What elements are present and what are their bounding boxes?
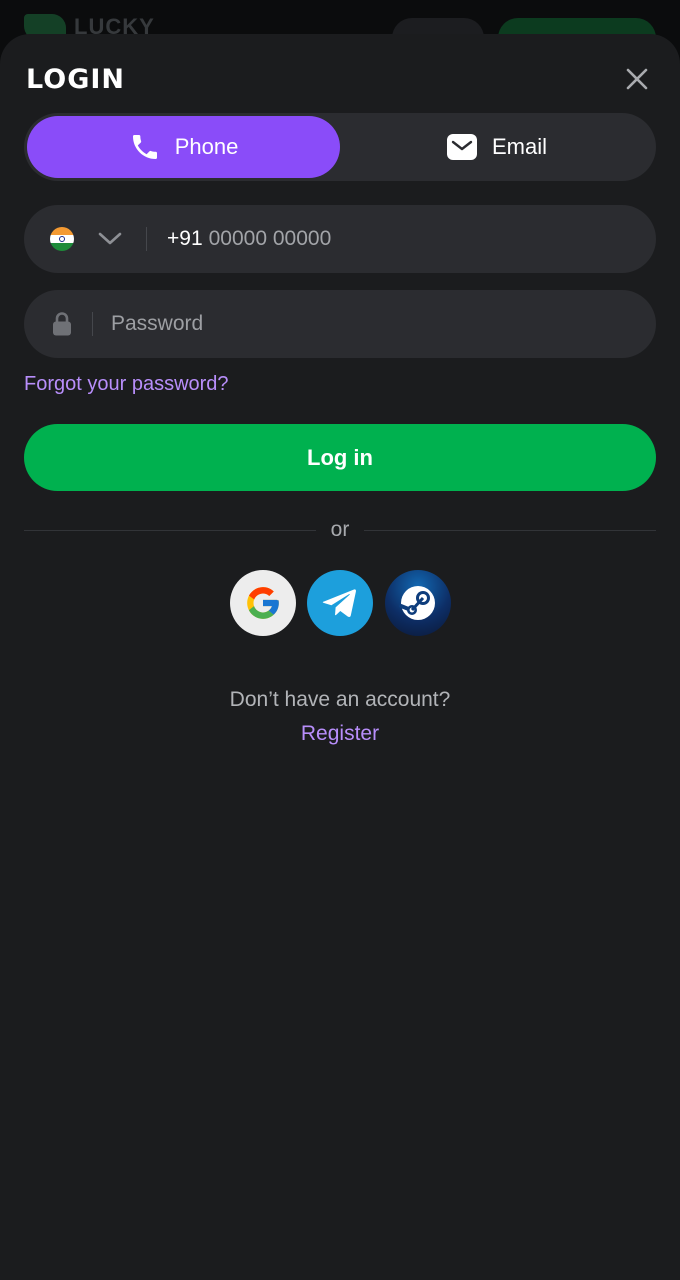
lock-icon [51, 311, 73, 337]
register-link[interactable]: Register [0, 722, 680, 746]
signup-prompt: Don’t have an account? [229, 688, 451, 711]
tab-phone[interactable]: Phone [27, 116, 340, 178]
field-separator [92, 312, 93, 336]
login-method-tabs: Phone Email [24, 113, 656, 181]
steam-icon [399, 586, 435, 620]
password-input[interactable] [111, 312, 591, 336]
country-code: +91 [167, 227, 203, 250]
india-flag-icon [50, 227, 74, 251]
phone-number-input[interactable] [208, 227, 569, 251]
country-dropdown[interactable] [98, 232, 122, 246]
telegram-login-button[interactable] [307, 570, 373, 636]
password-field [24, 290, 656, 358]
chevron-down-icon [98, 232, 122, 245]
phone-field: +91 [24, 205, 656, 273]
field-separator [146, 227, 147, 251]
tab-email[interactable]: Email [340, 116, 653, 178]
tab-email-label: Email [491, 134, 547, 159]
close-icon [626, 68, 648, 90]
login-modal: LOGIN Phone Email +91 00000 00000 Forgot… [0, 34, 680, 1280]
forgot-password-link[interactable]: Forgot your password? [24, 373, 229, 396]
telegram-icon [322, 589, 356, 617]
steam-login-button[interactable] [385, 570, 451, 636]
mail-icon [446, 133, 478, 161]
close-button[interactable] [620, 62, 654, 96]
divider-left [24, 530, 316, 531]
login-button[interactable]: Log in [24, 424, 656, 491]
google-icon [247, 587, 279, 619]
google-login-button[interactable] [230, 570, 296, 636]
divider-text: or [330, 518, 350, 541]
phone-icon [129, 131, 161, 163]
modal-title: LOGIN [26, 64, 125, 95]
tab-phone-label: Phone [174, 134, 239, 159]
divider-right [364, 530, 656, 531]
